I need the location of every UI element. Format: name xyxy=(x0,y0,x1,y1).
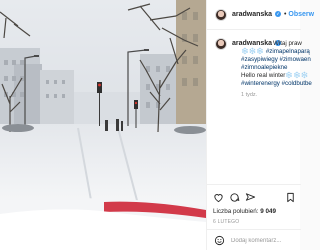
username-link[interactable]: aradwanska xyxy=(232,11,272,18)
follow-separator: • xyxy=(284,11,287,18)
likes-label: Liczba polubień: xyxy=(213,208,259,215)
caption-timeago[interactable]: 1 tydz. xyxy=(241,92,257,98)
emoji-icon[interactable] xyxy=(214,235,225,246)
caption-hashtags[interactable]: #zimnoalepiekne xyxy=(241,64,287,72)
avatar[interactable] xyxy=(215,9,227,21)
verified-badge-icon: ✓ xyxy=(275,11,282,18)
post-photo[interactable] xyxy=(0,0,206,250)
comment-input[interactable] xyxy=(231,235,301,246)
caption-hashtags[interactable]: #winterenergy #coldbutbe xyxy=(241,80,312,88)
post-header: aradwanska ✓ • Obserw xyxy=(207,0,314,30)
bookmark-icon[interactable] xyxy=(285,192,296,203)
heart-icon[interactable] xyxy=(213,192,224,203)
action-bar xyxy=(207,184,301,208)
snowy-street-image xyxy=(0,0,206,250)
caption-avatar[interactable] xyxy=(215,38,227,50)
likes-count[interactable]: Liczba polubień: 9 049 xyxy=(213,208,276,215)
share-icon[interactable] xyxy=(245,192,256,203)
likes-number[interactable]: 9 049 xyxy=(260,208,276,215)
post-date: 6 LUTEGO xyxy=(213,219,240,225)
caption-line: Hello real winter❄️❄️❄️ xyxy=(241,72,309,79)
caption-hashtags[interactable]: #zasypiwiegy #zimowaen xyxy=(241,56,311,64)
follow-button[interactable]: Obserw xyxy=(288,11,314,18)
caption-line: Witaj praw xyxy=(273,40,302,47)
post-side-panel: aradwanska ✓ • Obserw aradwanska ✓ Witaj… xyxy=(206,0,314,250)
username-row: aradwanska ✓ • Obserw xyxy=(232,11,314,18)
caption-username-text[interactable]: aradwanska xyxy=(232,40,272,47)
comment-bar xyxy=(207,229,301,250)
comment-icon[interactable] xyxy=(229,192,240,203)
caption-hashtags[interactable]: ❄️❄️❄️ #zimapelnaparą xyxy=(241,48,310,56)
